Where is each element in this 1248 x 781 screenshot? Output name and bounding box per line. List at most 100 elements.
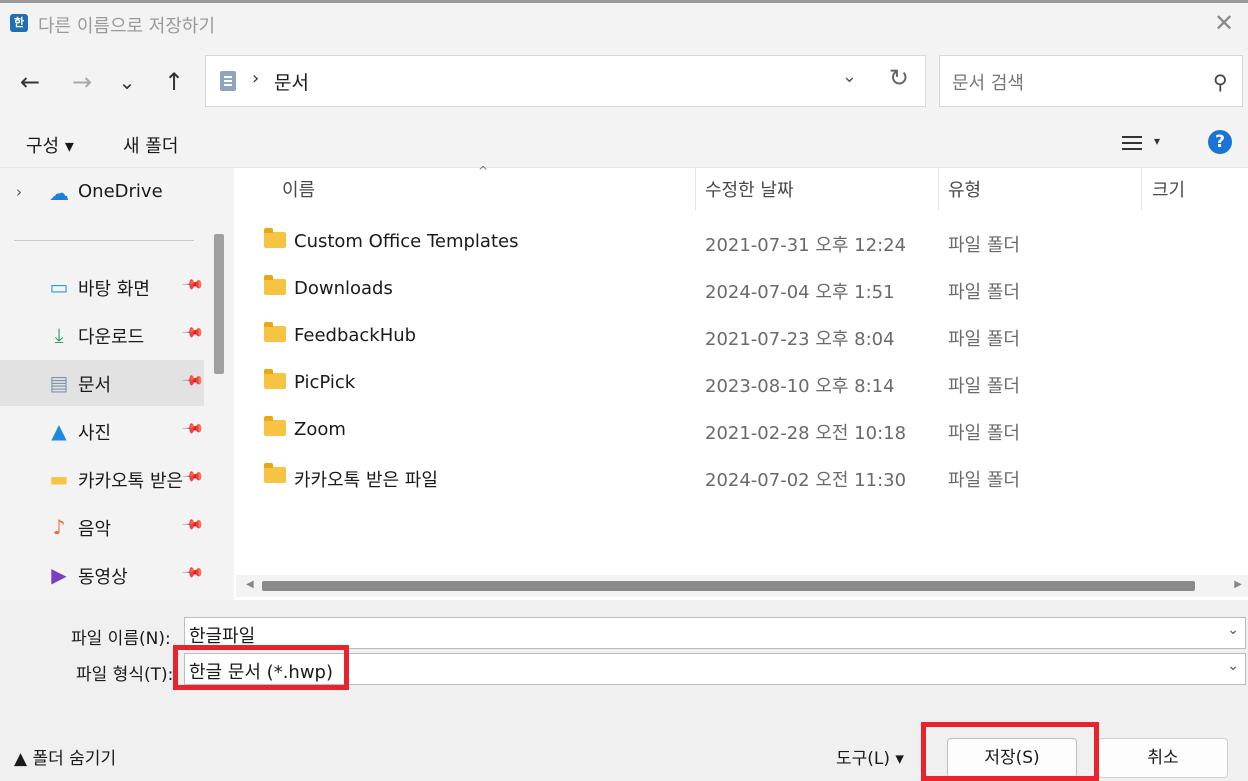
pin-icon[interactable]: 📌 (181, 561, 205, 585)
back-arrow-icon[interactable]: ← (14, 66, 46, 98)
file-date: 2021-07-23 오후 8:04 (705, 329, 895, 350)
sidebar-item-label: 사진 (78, 423, 112, 444)
sidebar-scrollbar[interactable] (206, 168, 234, 600)
desktop-icon: ▭ (49, 275, 69, 299)
help-icon[interactable]: ? (1208, 130, 1232, 154)
file-date: 2021-02-28 오전 10:18 (705, 423, 907, 444)
folder-icon (264, 463, 286, 483)
breadcrumb-separator-icon: › (252, 68, 260, 89)
sort-ascending-icon: ^ (478, 164, 489, 178)
sidebar-item-label: 문서 (78, 375, 112, 396)
folder-icon (264, 228, 286, 248)
view-dropdown-caret-icon: ▾ (1154, 134, 1161, 148)
file-name[interactable]: Zoom (294, 419, 346, 440)
sidebar-item-label: OneDrive (78, 181, 163, 202)
pin-icon[interactable]: 📌 (181, 465, 205, 489)
close-icon[interactable]: ✕ (1210, 9, 1238, 37)
file-name[interactable]: FeedbackHub (294, 325, 416, 346)
sidebar-item[interactable]: ⤓ 다운로드 📌 (0, 312, 205, 358)
pin-icon[interactable]: 📌 (181, 417, 205, 441)
pin-icon[interactable]: 📌 (181, 369, 205, 393)
file-type: 파일 폴더 (948, 423, 1020, 444)
tools-menu-button[interactable]: 도구(L) ▾ (836, 744, 904, 769)
column-divider[interactable] (938, 168, 939, 210)
expand-chevron-icon[interactable]: › (16, 183, 22, 201)
folder-icon (264, 275, 286, 295)
sidebar-item[interactable]: ▤ 문서 📌 (0, 360, 205, 406)
document-icon (220, 71, 236, 91)
hide-folders-toggle[interactable]: ▲ 폴더 숨기기 (14, 744, 116, 769)
file-list: 이름 ^ 수정한 날짜 유형 크기 Custom Office Template… (234, 164, 1248, 600)
table-row[interactable]: Downloads 2024-07-04 오후 1:51 파일 폴더 (234, 265, 1248, 312)
file-name[interactable]: 카카오톡 받은 파일 (294, 466, 438, 492)
file-type: 파일 폴더 (948, 376, 1020, 397)
table-row[interactable]: Zoom 2021-02-28 오전 10:18 파일 폴더 (234, 406, 1248, 453)
sidebar-item-label: 카카오톡 받은 (78, 471, 184, 492)
sidebar-scrollbar-thumb[interactable] (214, 234, 224, 374)
save-options-panel: 파일 이름(N): 한글파일 ⌄ 파일 형식(T): 한글 문서 (*.hwp)… (0, 600, 1248, 781)
folder-icon (264, 369, 286, 389)
sidebar-item-label: 음악 (78, 519, 112, 540)
file-name[interactable]: PicPick (294, 372, 355, 393)
pin-icon[interactable]: 📌 (181, 273, 205, 297)
address-bar[interactable]: › 문서 ⌄ ↻ (205, 55, 926, 107)
organize-menu-button[interactable]: 구성 ▾ (26, 132, 74, 158)
chevron-down-icon[interactable]: ⌄ (1227, 622, 1239, 638)
file-type: 파일 폴더 (948, 470, 1020, 491)
column-header-date[interactable]: 수정한 날짜 (705, 176, 794, 202)
sidebar-item[interactable]: ♪ 음악 📌 (0, 504, 205, 550)
address-dropdown-chevron-icon[interactable]: ⌄ (842, 66, 857, 87)
file-name[interactable]: Downloads (294, 278, 393, 299)
chevron-down-icon[interactable]: ⌄ (1227, 658, 1239, 674)
folder-icon: ▬ (49, 467, 69, 491)
file-date: 2024-07-04 오후 1:51 (705, 282, 895, 303)
column-header-name[interactable]: 이름 (282, 176, 315, 202)
recent-locations-chevron-icon[interactable]: ⌄ (111, 66, 143, 98)
column-header-size[interactable]: 크기 (1152, 176, 1185, 202)
search-input[interactable]: 문서 검색 ⚲ (939, 55, 1243, 107)
table-row[interactable]: PicPick 2023-08-10 오후 8:14 파일 폴더 (234, 359, 1248, 406)
filename-label: 파일 이름(N): (71, 629, 171, 649)
pin-icon[interactable]: 📌 (181, 513, 205, 537)
up-arrow-icon[interactable]: ↑ (158, 66, 190, 98)
sidebar-item[interactable]: ▶ 동영상 📌 (0, 552, 204, 598)
download-icon: ⤓ (54, 323, 64, 347)
hwp-app-icon: 한 (10, 14, 28, 32)
column-divider[interactable] (1141, 168, 1142, 210)
table-row[interactable]: FeedbackHub 2021-07-23 오후 8:04 파일 폴더 (234, 312, 1248, 359)
breadcrumb-documents[interactable]: 문서 (274, 68, 309, 95)
search-placeholder: 문서 검색 (952, 73, 1024, 94)
horizontal-scrollbar-thumb[interactable] (262, 581, 1195, 591)
file-date: 2024-07-02 오전 11:30 (705, 470, 907, 491)
table-row[interactable]: Custom Office Templates 2021-07-31 오후 12:… (234, 218, 1248, 265)
column-divider[interactable] (695, 168, 696, 210)
sidebar-item[interactable]: ▬ 카카오톡 받은 📌 (0, 456, 205, 502)
cloud-icon: ☁ (49, 181, 69, 205)
sidebar-divider (14, 240, 194, 241)
view-options-button[interactable]: ▾ (1120, 130, 1170, 158)
sidebar-item-label: 동영상 (78, 567, 128, 588)
file-type: 파일 폴더 (948, 235, 1020, 256)
cancel-button[interactable]: 취소 (1098, 738, 1228, 778)
document-icon: ▤ (49, 371, 69, 395)
table-row[interactable]: 카카오톡 받은 파일 2024-07-02 오전 11:30 파일 폴더 (234, 453, 1248, 500)
file-name[interactable]: Custom Office Templates (294, 231, 518, 252)
navigation-bar: ← → ⌄ ↑ › 문서 ⌄ ↻ 문서 검색 ⚲ (0, 44, 1248, 120)
new-folder-button[interactable]: 새 폴더 (123, 132, 178, 158)
pin-icon[interactable]: 📌 (181, 321, 205, 345)
forward-arrow-icon[interactable]: → (66, 66, 98, 98)
horizontal-scrollbar[interactable]: ◀ ▶ (236, 575, 1248, 597)
search-icon[interactable]: ⚲ (1213, 70, 1228, 94)
window-title: 다른 이름으로 저장하기 (38, 16, 216, 37)
sidebar-item[interactable]: ▲ 사진 📌 (0, 408, 204, 454)
scroll-right-arrow-icon[interactable]: ▶ (1234, 579, 1242, 590)
folder-icon (264, 322, 286, 342)
column-header-type[interactable]: 유형 (948, 176, 981, 202)
filetype-highlight-box (173, 645, 349, 690)
scroll-left-arrow-icon[interactable]: ◀ (246, 579, 254, 590)
file-date: 2023-08-10 오후 8:14 (705, 376, 895, 397)
picture-icon: ▲ (51, 419, 67, 443)
sidebar-item-onedrive[interactable]: › ☁ OneDrive (0, 170, 204, 216)
sidebar-item[interactable]: ▭ 바탕 화면 📌 (0, 264, 205, 310)
refresh-icon[interactable]: ↻ (889, 64, 909, 92)
